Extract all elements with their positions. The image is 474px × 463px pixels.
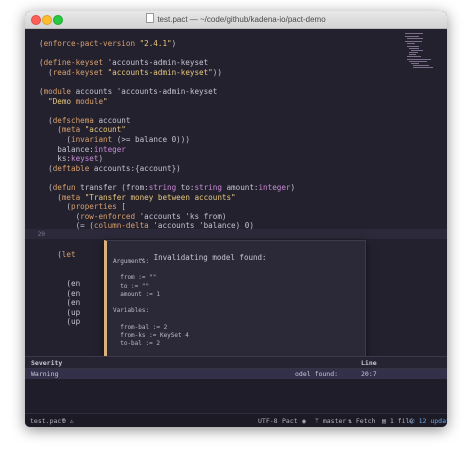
code-line: (row-enforced 'accounts 'ks from) [39, 211, 227, 221]
code-line: (= (column-delta 'accounts 'balance) 0) [39, 221, 254, 231]
status-updates[interactable]: ⬡ 12 updates [409, 417, 447, 425]
error-icon: ⚠ [69, 417, 74, 425]
current-line-number: 20 [37, 231, 45, 238]
problem-row[interactable]: Warning odel found: 20:7 [25, 369, 447, 379]
code-line: (deftable accounts:{account}) [39, 163, 181, 173]
minimap[interactable] [405, 33, 445, 69]
problem-severity: Warning [31, 370, 59, 378]
code-line: (meta "Transfer money between accounts" [39, 192, 236, 202]
code-line: (define-keyset 'accounts-admin-keyset [39, 58, 209, 68]
code-line: (module accounts 'accounts-admin-keyset [39, 87, 218, 96]
problem-description: odel found: [295, 370, 339, 378]
problem-line: 20:7 [361, 370, 377, 378]
code-line: ks:keyset) [39, 154, 104, 164]
line-column-header[interactable]: Line [361, 359, 377, 367]
status-diagnostics[interactable]: 0 ⚠ [62, 417, 74, 425]
code-line: (en [39, 279, 81, 288]
code-line: (enforce-pact-version "2.4.1") [39, 39, 177, 48]
fetch-label: Fetch [355, 417, 376, 425]
code-line: (let [39, 250, 76, 260]
code-line: (properties [ [39, 202, 126, 212]
status-github-icon[interactable]: ◉ [302, 417, 306, 425]
updates-count: 12 updates [418, 417, 447, 425]
file-icon: ▤ [382, 417, 386, 425]
branch-name: master [322, 417, 347, 425]
code-line: (defschema account [39, 115, 131, 125]
status-fetch[interactable]: ⇅ Fetch [348, 417, 375, 425]
code-line: balance:integer [39, 144, 126, 154]
window-title: test.pact — ~/code/github/kadena-io/pact… [157, 15, 326, 24]
diagnostics-count: 0 [62, 417, 66, 425]
line-gutter [25, 29, 39, 355]
code-line: (meta "account" [39, 125, 126, 135]
title-bar: test.pact — ~/code/github/kadena-io/pact… [25, 11, 447, 29]
branch-icon: ᛘ [315, 417, 319, 425]
editor-window: test.pact — ~/code/github/kadena-io/pact… [25, 11, 447, 427]
code-line: "Demo module" [48, 96, 108, 106]
code-line: (invariant (>= balance 0))) [39, 135, 190, 144]
window-title-container: test.pact — ~/code/github/kadena-io/pact… [25, 13, 447, 24]
document-icon [146, 13, 155, 23]
code-line: (read-keyset "accounts-admin-keyset")) [39, 67, 222, 77]
status-encoding[interactable]: UTF-8 [258, 417, 278, 425]
code-line: (defun transfer (from:string to:string a… [39, 183, 296, 192]
code-line: (en [39, 298, 81, 308]
status-branch[interactable]: ᛘ master [315, 417, 346, 425]
status-bar: test.pact 0 ⚠ UTF-8 Pact ◉ ᛘ master ⇅ Fe… [25, 413, 447, 427]
problems-panel: Severity Line Warning odel found: 20:7 [25, 356, 447, 414]
update-icon: ⬡ [409, 417, 415, 425]
problems-table-header: Severity Line [25, 357, 447, 369]
status-file-name[interactable]: test.pact [30, 417, 65, 425]
severity-column-header[interactable]: Severity [31, 359, 62, 367]
fetch-icon: ⇅ [348, 417, 352, 425]
status-grammar[interactable]: Pact [282, 417, 298, 425]
